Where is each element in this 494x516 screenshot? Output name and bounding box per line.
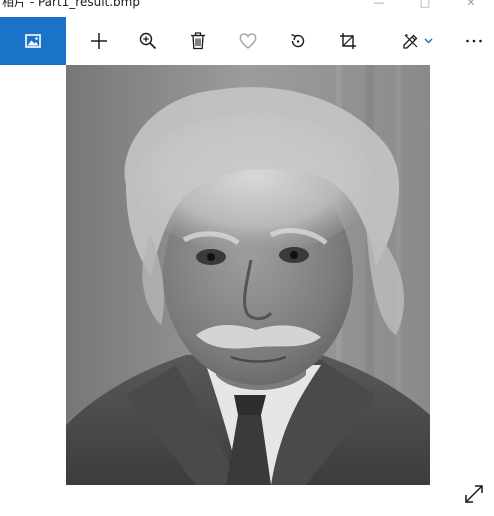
image-icon (25, 34, 41, 48)
more-icon (466, 39, 482, 43)
close-button[interactable]: ✕ (448, 0, 494, 16)
chevron-down-icon (423, 38, 433, 44)
crop-icon (340, 33, 356, 49)
edit-icon (402, 34, 417, 49)
more-button[interactable] (458, 17, 490, 65)
zoom-in-icon (139, 32, 157, 50)
photo-image[interactable] (66, 65, 430, 485)
heart-icon (239, 33, 257, 49)
rotate-icon (291, 33, 305, 48)
zoom-button[interactable] (131, 17, 165, 65)
trash-icon (191, 32, 205, 50)
window-controls: — □ ✕ (356, 0, 494, 16)
crop-button[interactable] (331, 17, 365, 65)
add-button[interactable] (82, 17, 116, 65)
delete-button[interactable] (181, 17, 215, 65)
edit-menu-button[interactable] (396, 17, 438, 65)
title-bar: 相片 - Part1_result.bmp — □ ✕ (0, 0, 494, 16)
favorite-button[interactable] (231, 17, 265, 65)
toolbar (0, 17, 494, 65)
expand-icon (465, 485, 483, 503)
portrait-photo (66, 65, 430, 485)
rotate-button[interactable] (281, 17, 315, 65)
fullscreen-button[interactable] (462, 482, 486, 506)
window-title: 相片 - Part1_result.bmp (2, 0, 140, 9)
view-photo-button[interactable] (0, 17, 66, 65)
plus-icon (91, 33, 107, 49)
minimize-button[interactable]: — (356, 0, 402, 16)
photo-viewer (0, 65, 494, 516)
maximize-button[interactable]: □ (402, 0, 448, 16)
